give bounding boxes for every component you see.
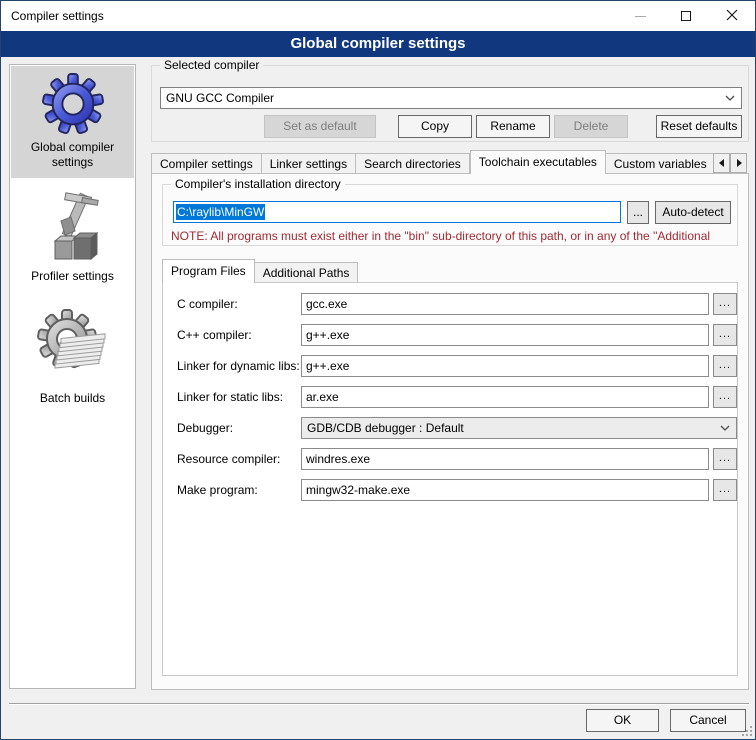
title-bar[interactable]: Compiler settings xyxy=(1,1,755,31)
static-linker-input[interactable] xyxy=(301,386,709,408)
footer-separator xyxy=(9,703,749,705)
cancel-button[interactable]: Cancel xyxy=(670,709,746,732)
chevron-down-icon xyxy=(720,425,730,431)
copy-button[interactable]: Copy xyxy=(398,115,472,138)
compiler-settings-dialog: Compiler settings Global compiler settin… xyxy=(0,0,756,740)
sidebar-item-label: Global compiler settings xyxy=(11,136,134,178)
close-icon xyxy=(726,9,738,24)
field-label: C++ compiler: xyxy=(177,324,252,346)
installation-directory-value: C:\raylib\MinGW xyxy=(176,204,265,220)
cpp-compiler-row: C++ compiler: ... xyxy=(163,324,739,346)
settings-tab-bar: Compiler settingsLinker settingsSearch d… xyxy=(151,150,749,174)
tab-custom-variables[interactable]: Custom variables xyxy=(606,153,713,174)
debugger-select-value: GDB/CDB debugger : Default xyxy=(307,421,464,435)
browse-static-linker-button[interactable]: ... xyxy=(713,386,737,408)
field-label: Debugger: xyxy=(177,417,233,439)
tab-search-directories[interactable]: Search directories xyxy=(356,153,470,174)
delete-button[interactable]: Delete xyxy=(554,115,628,138)
browse-make-program-button[interactable]: ... xyxy=(713,479,737,501)
installation-directory-group: Compiler's installation directory C:\ray… xyxy=(162,184,738,246)
compiler-select-value: GNU GCC Compiler xyxy=(166,91,274,105)
resource-compiler-row: Resource compiler: ... xyxy=(163,448,739,470)
static-linker-row: Linker for static libs: ... xyxy=(163,386,739,408)
set-as-default-button[interactable]: Set as default xyxy=(264,115,376,138)
browse-directory-button[interactable]: ... xyxy=(627,201,649,224)
make-program-input[interactable] xyxy=(301,479,709,501)
field-label: C compiler: xyxy=(177,293,238,315)
auto-detect-button[interactable]: Auto-detect xyxy=(655,201,731,224)
browse-cpp-compiler-button[interactable]: ... xyxy=(713,324,737,346)
compiler-select[interactable]: GNU GCC Compiler xyxy=(160,87,742,109)
selected-compiler-group: Selected compiler GNU GCC Compiler Set a… xyxy=(151,65,749,142)
debugger-select[interactable]: GDB/CDB debugger : Default xyxy=(301,417,737,439)
browse-resource-compiler-button[interactable]: ... xyxy=(713,448,737,470)
tab-scroll-right-button[interactable] xyxy=(730,153,747,173)
blue-gear-icon xyxy=(11,72,134,136)
tab-linker-settings[interactable]: Linker settings xyxy=(262,153,356,174)
reset-defaults-button[interactable]: Reset defaults xyxy=(656,115,742,138)
c-compiler-row: C compiler: ... xyxy=(163,293,739,315)
dynamic-linker-row: Linker for dynamic libs: ... xyxy=(163,355,739,377)
minimize-button[interactable] xyxy=(617,1,663,31)
caliper-icon xyxy=(11,191,134,265)
arrow-left-icon xyxy=(719,159,725,167)
sidebar-item-profiler-settings[interactable]: Profiler settings xyxy=(11,179,134,292)
field-label: Linker for dynamic libs: xyxy=(177,355,300,377)
make-program-row: Make program: ... xyxy=(163,479,739,501)
programs-sub-tab-bar: Program FilesAdditional Paths xyxy=(162,259,358,282)
compiler-actions: Set as default Copy Rename Delete Reset … xyxy=(152,115,750,138)
rename-button[interactable]: Rename xyxy=(476,115,550,138)
arrow-right-icon xyxy=(736,159,742,167)
cpp-compiler-input[interactable] xyxy=(301,324,709,346)
browse-c-compiler-button[interactable]: ... xyxy=(713,293,737,315)
resource-compiler-input[interactable] xyxy=(301,448,709,470)
subtab-program-files[interactable]: Program Files xyxy=(162,259,255,283)
tab-list: Compiler settingsLinker settingsSearch d… xyxy=(151,150,713,174)
gray-gear-stack-icon xyxy=(11,309,134,387)
dynamic-linker-input[interactable] xyxy=(301,355,709,377)
group-label: Selected compiler xyxy=(160,58,263,73)
browse-dynamic-linker-button[interactable]: ... xyxy=(713,355,737,377)
debugger-row: Debugger: GDB/CDB debugger : Default xyxy=(163,417,739,439)
sidebar-item-label: Profiler settings xyxy=(11,265,134,292)
subtab-additional-paths[interactable]: Additional Paths xyxy=(255,262,359,283)
c-compiler-input[interactable] xyxy=(301,293,709,315)
maximize-icon xyxy=(681,11,691,21)
tab-compiler-settings[interactable]: Compiler settings xyxy=(151,153,262,174)
dialog-header: Global compiler settings xyxy=(1,31,755,57)
bin-subdirectory-note: NOTE: All programs must exist either in … xyxy=(171,229,733,244)
maximize-button[interactable] xyxy=(663,1,709,31)
resize-grip[interactable] xyxy=(742,726,752,736)
sidebar-item-label: Batch builds xyxy=(11,387,134,414)
program-files-page: C compiler: ... C++ compiler: ... Linker… xyxy=(162,282,738,676)
installation-directory-input[interactable]: C:\raylib\MinGW xyxy=(173,201,621,223)
sidebar-item-batch-builds[interactable]: Batch builds xyxy=(11,293,134,414)
minimize-icon xyxy=(635,16,646,17)
window-title: Compiler settings xyxy=(11,1,104,31)
close-button[interactable] xyxy=(709,1,755,31)
field-label: Linker for static libs: xyxy=(177,386,283,408)
ok-button[interactable]: OK xyxy=(586,709,659,732)
settings-category-list: Global compiler settings xyxy=(9,64,136,689)
toolchain-executables-page: Compiler's installation directory C:\ray… xyxy=(151,173,749,690)
sidebar-item-global-compiler-settings[interactable]: Global compiler settings xyxy=(11,66,134,178)
field-label: Make program: xyxy=(177,479,258,501)
field-label: Resource compiler: xyxy=(177,448,280,470)
chevron-down-icon xyxy=(725,95,735,101)
group-label: Compiler's installation directory xyxy=(171,177,345,192)
tab-toolchain-executables[interactable]: Toolchain executables xyxy=(470,150,606,174)
tab-scroll-left-button[interactable] xyxy=(713,153,730,173)
